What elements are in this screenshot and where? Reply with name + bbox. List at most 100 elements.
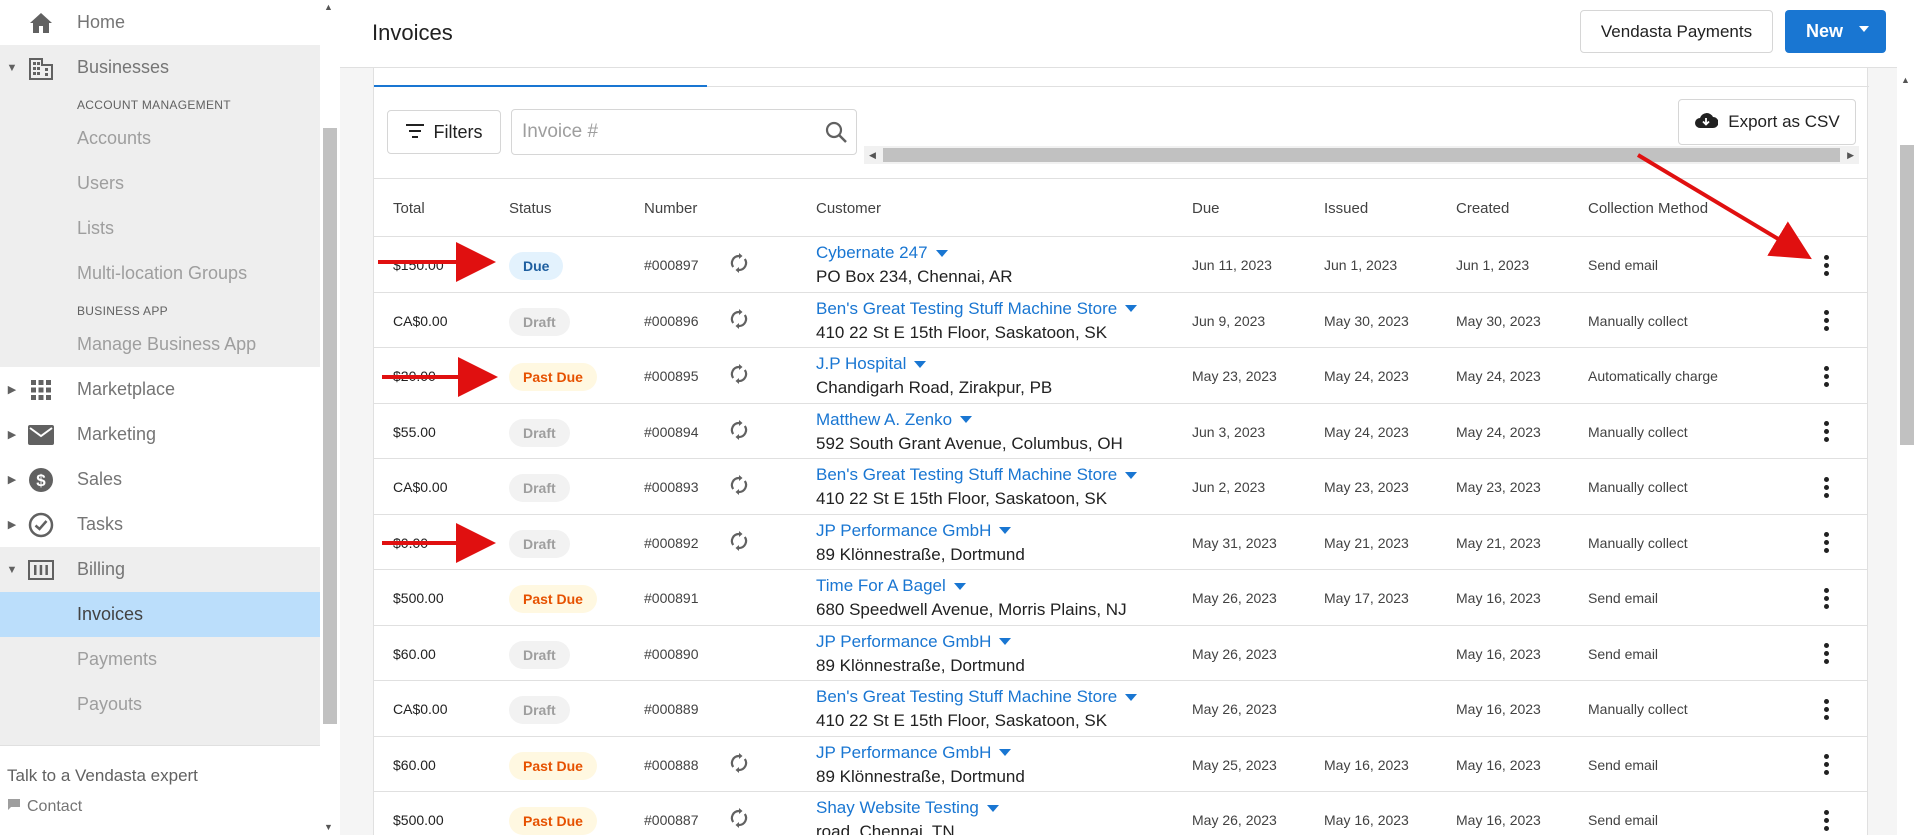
sidebar-item-manage-business-app[interactable]: Manage Business App — [0, 322, 320, 367]
table-row[interactable]: CA$0.00 Draft #000889 Ben's Great Testing S… — [374, 681, 1867, 737]
more-actions-icon[interactable] — [1814, 752, 1838, 778]
more-actions-icon[interactable] — [1814, 641, 1838, 667]
column-header-customer[interactable]: Customer — [816, 200, 881, 217]
column-header-total[interactable]: Total — [393, 200, 425, 217]
customer-name: Shay Website Testing — [816, 798, 979, 817]
customer-address: road, Chennai, TN — [816, 822, 955, 835]
more-actions-icon[interactable] — [1814, 474, 1838, 500]
dropdown-arrow-icon[interactable] — [1859, 26, 1869, 32]
column-header-due[interactable]: Due — [1192, 200, 1220, 217]
sidebar-item-tasks[interactable]: ▶ Tasks — [0, 502, 320, 547]
sidebar-item-invoices[interactable]: Invoices — [0, 592, 320, 637]
invoice-search[interactable] — [511, 109, 857, 155]
table-row[interactable]: $0.00 Draft #000892 JP Performance GmbH 89 K… — [374, 515, 1867, 570]
caret-right-icon[interactable]: ▶ — [6, 518, 18, 531]
contact-link[interactable]: Contact — [7, 798, 82, 816]
table-row[interactable]: CA$0.00 Draft #000893 Ben's Great Testing S… — [374, 459, 1867, 515]
scroll-right-icon[interactable]: ▶ — [1847, 150, 1854, 161]
customer-link[interactable]: J.P Hospital — [816, 354, 1052, 374]
table-row[interactable]: CA$0.00 Draft #000896 Ben's Great Testing S… — [374, 293, 1867, 348]
customer-dropdown-icon[interactable] — [1125, 305, 1138, 312]
vendasta-payments-button[interactable]: Vendasta Payments — [1580, 10, 1773, 53]
more-actions-icon[interactable] — [1814, 308, 1838, 334]
scroll-left-icon[interactable]: ◀ — [869, 150, 876, 161]
caret-down-icon[interactable]: ▼ — [6, 62, 18, 74]
table-row[interactable]: $60.00 Draft #000890 JP Performance GmbH 89 … — [374, 626, 1867, 681]
column-header-created[interactable]: Created — [1456, 200, 1509, 217]
table-row[interactable]: $20.00 Past Due #000895 J.P Hospital Chandig… — [374, 348, 1867, 404]
scroll-up-icon[interactable]: ▲ — [324, 2, 333, 12]
customer-link[interactable]: Ben's Great Testing Stuff Machine Store — [816, 687, 1138, 707]
column-header-issued[interactable]: Issued — [1324, 200, 1368, 217]
customer-dropdown-icon[interactable] — [960, 416, 973, 423]
sidebar-item-marketplace[interactable]: ▶ Marketplace — [0, 367, 320, 412]
more-actions-icon[interactable] — [1814, 585, 1838, 611]
customer-dropdown-icon[interactable] — [1125, 471, 1138, 479]
search-icon[interactable] — [824, 120, 848, 149]
customer-dropdown-icon[interactable] — [999, 749, 1012, 756]
sidebar-item-marketing[interactable]: ▶ Marketing — [0, 412, 320, 457]
sidebar-item-accounts[interactable]: Accounts — [0, 116, 320, 161]
scroll-down-icon[interactable]: ▼ — [324, 822, 333, 832]
more-actions-icon[interactable] — [1814, 696, 1838, 722]
customer-link[interactable]: Ben's Great Testing Stuff Machine Store — [816, 299, 1138, 319]
scroll-up-icon[interactable]: ▲ — [1901, 75, 1910, 85]
column-header-collection-method[interactable]: Collection Method — [1588, 200, 1708, 217]
customer-link[interactable]: Matthew A. Zenko — [816, 410, 1123, 430]
customer-link[interactable]: Shay Website Testing — [816, 798, 999, 818]
caret-right-icon[interactable]: ▶ — [6, 428, 18, 441]
customer-dropdown-icon[interactable] — [935, 249, 948, 257]
scrollbar-thumb[interactable] — [1900, 145, 1914, 445]
customer-link[interactable]: JP Performance GmbH — [816, 632, 1025, 652]
export-csv-button[interactable]: Export as CSV — [1678, 99, 1856, 145]
column-header-number[interactable]: Number — [644, 200, 697, 217]
customer-link[interactable]: Time For A Bagel — [816, 576, 1127, 596]
caret-right-icon[interactable]: ▶ — [6, 383, 18, 396]
customer-link[interactable]: Ben's Great Testing Stuff Machine Store — [816, 465, 1138, 485]
sidebar-item-users[interactable]: Users — [0, 161, 320, 206]
status-badge: Draft — [509, 307, 570, 336]
due-date: May 26, 2023 — [1192, 812, 1277, 828]
sidebar-item-home[interactable]: Home — [0, 0, 320, 45]
customer-dropdown-icon[interactable] — [953, 582, 966, 590]
invoice-number-input[interactable] — [512, 110, 812, 154]
customer-dropdown-icon[interactable] — [999, 527, 1012, 534]
more-actions-icon[interactable] — [1814, 363, 1838, 389]
customer-dropdown-icon[interactable] — [986, 804, 999, 812]
sidebar-scrollbar[interactable]: ▲ ▼ — [320, 0, 340, 835]
customer-dropdown-icon[interactable] — [914, 360, 927, 368]
customer-dropdown-icon[interactable] — [999, 638, 1012, 645]
talk-to-expert-link[interactable]: Talk to a Vendasta expert — [7, 766, 198, 786]
caret-right-icon[interactable]: ▶ — [6, 473, 18, 486]
sidebar-item-billing[interactable]: ▼ Billing — [0, 547, 320, 592]
customer-cell: JP Performance GmbH 89 Klönnestraße, Dort… — [816, 743, 1025, 786]
sidebar-item-payments[interactable]: Payments — [0, 637, 320, 682]
scrollbar-thumb[interactable] — [323, 128, 337, 724]
more-actions-icon[interactable] — [1814, 252, 1838, 278]
sidebar-item-multi-location-groups[interactable]: Multi-location Groups — [0, 251, 320, 296]
customer-dropdown-icon[interactable] — [1125, 693, 1138, 701]
status-badge: Past Due — [509, 751, 597, 780]
sidebar-item-payouts[interactable]: Payouts — [0, 682, 320, 727]
sidebar-item-lists[interactable]: Lists — [0, 206, 320, 251]
filters-button[interactable]: Filters — [387, 110, 501, 154]
more-actions-icon[interactable] — [1814, 530, 1838, 556]
new-button[interactable]: New — [1785, 10, 1886, 53]
more-actions-icon[interactable] — [1814, 807, 1838, 833]
customer-link[interactable]: JP Performance GmbH — [816, 521, 1025, 541]
more-actions-icon[interactable] — [1814, 419, 1838, 445]
table-row[interactable]: $500.00 Past Due #000891 Time For A Bagel 68… — [374, 570, 1867, 626]
sidebar-item-sales[interactable]: ▶ $ Sales — [0, 457, 320, 502]
customer-link[interactable]: Cybernate 247 — [816, 243, 1013, 263]
table-row[interactable]: $500.00 Past Due #000887 Shay Website Testi… — [374, 792, 1867, 835]
main-scrollbar[interactable]: ▲ — [1897, 0, 1917, 835]
table-row[interactable]: $60.00 Past Due #000888 JP Performance GmbH… — [374, 737, 1867, 792]
column-header-status[interactable]: Status — [509, 200, 552, 217]
scrollbar-thumb[interactable] — [883, 148, 1840, 162]
horizontal-scrollbar[interactable]: ◀ ▶ — [864, 146, 1859, 164]
sidebar-item-businesses[interactable]: ▼ Businesses — [0, 45, 320, 90]
table-row[interactable]: $55.00 Draft #000894 Matthew A. Zenko 592 So… — [374, 404, 1867, 459]
customer-link[interactable]: JP Performance GmbH — [816, 743, 1025, 763]
caret-down-icon[interactable]: ▼ — [6, 564, 18, 576]
table-row[interactable]: $150.00 Due #000897 Cybernate 247 PO Box 234… — [374, 237, 1867, 293]
